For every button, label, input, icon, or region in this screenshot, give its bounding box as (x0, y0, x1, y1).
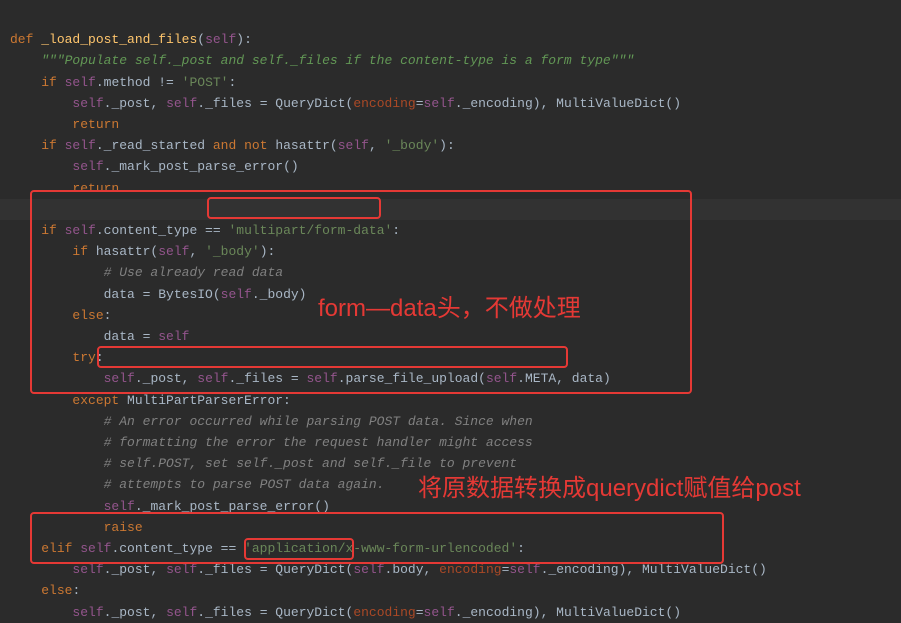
code-line: data = BytesIO(self._body) (10, 287, 306, 302)
code-line: return (10, 117, 119, 132)
code-line: """Populate self._post and self._files i… (10, 53, 634, 68)
code-line: def _load_post_and_files(self): (10, 32, 252, 47)
code-line: # Use already read data (10, 265, 283, 280)
code-line: # An error occurred while parsing POST d… (10, 414, 533, 429)
code-line: self._post, self._files = QueryDict(enco… (10, 96, 681, 111)
code-line: # self.POST, set self._post and self._fi… (10, 456, 517, 471)
code-line: raise (10, 520, 143, 535)
code-line: if hasattr(self, '_body'): (10, 244, 275, 259)
code-line: if self._read_started and not hasattr(se… (10, 138, 455, 153)
code-line: # attempts to parse POST data again. (10, 477, 384, 492)
code-line: if self.method != 'POST': (10, 75, 236, 90)
code-line: else: (10, 583, 80, 598)
code-editor[interactable]: def _load_post_and_files(self): """Popul… (0, 0, 901, 623)
code-line: elif self.content_type == 'application/x… (10, 541, 525, 556)
code-line: data = self (10, 329, 189, 344)
code-line: return (10, 181, 119, 196)
code-line: except MultiPartParserError: (10, 393, 291, 408)
code-line: self._post, self._files = QueryDict(self… (10, 562, 767, 577)
code-line: self._mark_post_parse_error() (10, 159, 299, 174)
code-line: self._mark_post_parse_error() (10, 499, 330, 514)
code-line: self._post, self._files = self.parse_fil… (10, 371, 611, 386)
code-line: try: (10, 350, 104, 365)
code-line: # formatting the error the request handl… (10, 435, 533, 450)
code-line: else: (10, 308, 111, 323)
code-line: if self.content_type == 'multipart/form-… (10, 223, 400, 238)
code-line: self._post, self._files = QueryDict(enco… (10, 605, 681, 620)
